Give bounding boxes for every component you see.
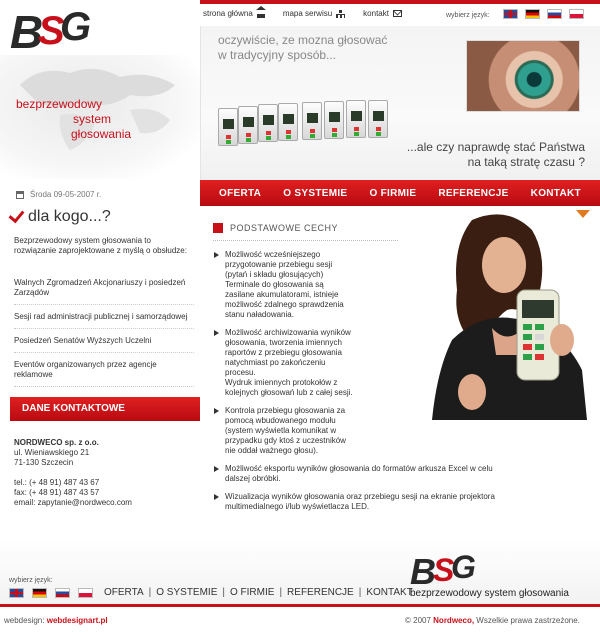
menu-item-oferta[interactable]: OFERTA [219,188,261,199]
banner-slogan-top-line-2: w tradycyjny sposób... [218,48,337,62]
audience-heading-text: dla kogo...? [28,208,111,225]
header-tagline: bezprzewodowy system głosowania [16,97,186,142]
footer-red-line [0,604,600,607]
language-label: wybierz język: [446,12,490,19]
tagline-line-1: bezprzewodowy [16,97,103,111]
footer-link-oferta[interactable]: OFERTA [104,587,144,598]
copyright-year: © 2007 [405,616,431,625]
tagline-line-2: system [73,112,112,126]
contact-heading: DANE KONTAKTOWE [22,403,125,414]
home-link-label: strona główna [203,9,253,18]
svg-text:G: G [451,549,476,585]
divider [213,240,398,241]
banner-slogan-top: oczywiście, ze mozna głosować w tradycyj… [218,33,458,63]
list-item: Wizualizacja wyników głosowania oraz prz… [214,492,585,512]
feature-text: Kontrola przebiegu głosowania za pomocą … [225,406,346,455]
voting-terminals-image [218,98,408,150]
footer-link-referencje[interactable]: REFERENCJE [287,587,354,598]
banner-slogan-bottom: ...ale czy naprawdę stać Państwa na taką… [395,140,585,170]
footer-link-kontakt[interactable]: KONTAKT [366,587,412,598]
copyright-text: Wszelkie prawa zastrzeżone. [476,616,580,625]
audience-list: Walnych Zgromadzeń Akcjonariuszy i posie… [14,278,194,394]
menu-item-o-firmie[interactable]: O FIRMIE [369,188,416,199]
footer-language-flags [9,588,93,598]
company-name: NORDWECO sp. z o.o. [14,438,99,447]
footer-link-o-systemie[interactable]: O SYSTEMIE [156,587,217,598]
sitemap-link-label: mapa serwisu [282,9,333,18]
list-item: Możliwość archiwizowania wyników głosowa… [214,328,403,398]
company-city: 71-130 Szczecin [14,458,74,467]
webdesign-link[interactable]: webdesignart.pl [47,616,108,625]
flag-de-icon[interactable] [525,9,540,19]
menu-item-o-systemie[interactable]: O SYSTEMIE [283,188,347,199]
footer-logo-caption: bezprzewodowy system głosowania [410,588,569,599]
webdesign-credit: webdesign: webdesignart.pl [4,616,108,625]
main-menu: OFERTA O SYSTEMIE O FIRMIE REFERENCJE KO… [200,180,600,206]
sitemap-icon [336,9,346,18]
footer-language-label: wybierz język: [9,577,53,584]
contact-link[interactable]: kontakt [363,9,402,18]
list-item: Eventów organizowanych przez agencje rek… [14,360,194,387]
features-heading-text: PODSTAWOWE CECHY [230,223,339,233]
tagline-line-3: głosowania [71,127,132,141]
footer-bsg-logo: B S G [410,549,476,588]
copyright-brand[interactable]: Nordweco, [433,616,474,625]
mail-icon [392,10,402,17]
list-item: Posiedzeń Senatów Wyższych Uczelni [14,336,194,353]
svg-text:G: G [60,5,91,49]
flag-ru-icon[interactable] [547,9,562,19]
company-street: ul. Wieniawskiego 21 [14,448,90,457]
flag-en-icon[interactable] [503,9,518,19]
contact-details: NORDWECO sp. z o.o. ul. Wieniawskiego 21… [14,438,199,508]
feature-text: Możliwość archiwizowania wyników głosowa… [225,328,353,397]
presenter-photo [432,214,587,420]
banner-slogan-bottom-line-2: na taką stratę czasu ? [467,155,585,169]
feature-text: Wizualizacja wyników głosowania oraz prz… [225,492,495,511]
list-item: Kontrola przebiegu głosowania za pomocą … [214,406,403,456]
flag-pl-icon[interactable] [569,9,584,19]
flag-ru-icon[interactable] [55,588,70,598]
language-flags [503,9,584,19]
footer-link-o-firmie[interactable]: O FIRMIE [230,587,274,598]
red-square-icon [213,223,223,233]
feature-text: Możliwość eksportu wyników głosowania do… [225,464,493,483]
list-item: Walnych Zgromadzeń Akcjonariuszy i posie… [14,278,194,305]
top-navigation: strona główna mapa serwisu kontakt [203,5,402,18]
bsg-logo[interactable]: B S G [8,4,100,54]
eye-photo [466,40,580,112]
current-date: Środa 09-05-2007 r. [30,190,102,199]
date-display: Środa 09-05-2007 r. [16,190,101,199]
sitemap-link[interactable]: mapa serwisu [282,9,346,18]
features-heading: PODSTAWOWE CECHY [213,223,338,233]
company-phone: tel.: (+ 48 91) 487 43 67 [14,478,100,487]
flag-de-icon[interactable] [32,588,47,598]
contact-link-label: kontakt [363,9,389,18]
checkmark-icon [8,206,25,224]
company-email[interactable]: email: zapytanie@nordweco.com [14,498,199,508]
section-heading-audience: dla kogo...? [8,206,111,226]
list-item: Możliwość eksportu wyników głosowania do… [214,464,585,484]
menu-item-referencje[interactable]: REFERENCJE [438,188,508,199]
audience-intro: Bezprzewodowy system głosowania to rozwi… [14,236,187,255]
menu-item-kontakt[interactable]: KONTAKT [531,188,581,199]
webdesign-label: webdesign: [4,616,45,625]
home-icon [255,5,266,18]
flag-en-icon[interactable] [9,588,24,598]
top-red-line [200,0,600,4]
copyright: © 2007 Nordweco, Wszelkie prawa zastrzeż… [405,616,580,625]
footer-menu: OFERTA | O SYSTEMIE | O FIRMIE | REFEREN… [104,587,413,598]
list-item: Możliwość wcześniejszego przygotowanie p… [214,250,403,320]
banner-slogan-bottom-line-1: ...ale czy naprawdę stać Państwa [406,140,585,154]
company-fax: fax: (+ 48 91) 487 43 57 [14,488,100,497]
feature-text: Możliwość wcześniejszego przygotowanie p… [225,250,344,319]
flag-pl-icon[interactable] [78,588,93,598]
calendar-icon [16,190,24,199]
home-link[interactable]: strona główna [203,5,266,18]
banner-slogan-top-line-1: oczywiście, ze mozna głosować [218,33,388,47]
list-item: Sesji rad administracji publicznej i sam… [14,312,194,329]
